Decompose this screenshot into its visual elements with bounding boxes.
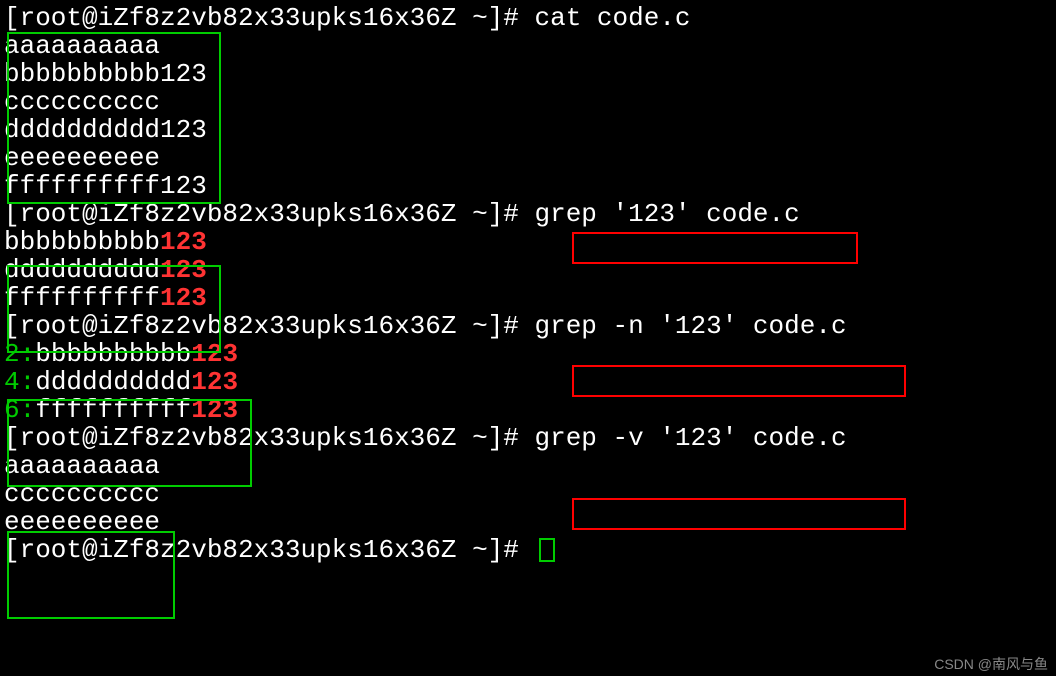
cat-output-line-5: eeeeeeeeee bbox=[4, 144, 1052, 172]
terminal-line-prompt-2: [root@iZf8z2vb82x33upks16x36Z ~]# grep '… bbox=[4, 200, 1052, 228]
command-grep-v: grep -v '123' code.c bbox=[535, 423, 847, 453]
grep-match: 123 bbox=[160, 227, 207, 257]
grep3-output-line-1: aaaaaaaaaa bbox=[4, 452, 1052, 480]
grep1-output-line-1: bbbbbbbbbb123 bbox=[4, 228, 1052, 256]
watermark-text: CSDN @南风与鱼 bbox=[934, 656, 1048, 672]
colon: : bbox=[20, 339, 36, 369]
grep2-output-line-1: 2:bbbbbbbbbb123 bbox=[4, 340, 1052, 368]
cat-output-line-4: dddddddddd123 bbox=[4, 116, 1052, 144]
colon: : bbox=[20, 367, 36, 397]
prompt-text: [root@iZf8z2vb82x33upks16x36Z ~]# bbox=[4, 423, 535, 453]
grep-text: ffffffffff bbox=[35, 395, 191, 425]
grep-text: dddddddddd bbox=[4, 255, 160, 285]
grep-text: dddddddddd bbox=[35, 367, 191, 397]
prompt-text: [root@iZf8z2vb82x33upks16x36Z ~]# bbox=[4, 3, 535, 33]
grep-match: 123 bbox=[160, 255, 207, 285]
colon: : bbox=[20, 395, 36, 425]
command-grep-1: grep '123' code.c bbox=[535, 199, 800, 229]
grep1-output-line-2: dddddddddd123 bbox=[4, 256, 1052, 284]
grep1-output-line-3: ffffffffff123 bbox=[4, 284, 1052, 312]
grep-text: bbbbbbbbbb bbox=[35, 339, 191, 369]
terminal-line-prompt-1: [root@iZf8z2vb82x33upks16x36Z ~]# cat co… bbox=[4, 4, 1052, 32]
terminal-line-prompt-4: [root@iZf8z2vb82x33upks16x36Z ~]# grep -… bbox=[4, 424, 1052, 452]
grep2-output-line-2: 4:dddddddddd123 bbox=[4, 368, 1052, 396]
cat-output-line-3: cccccccccc bbox=[4, 88, 1052, 116]
cat-output-line-2: bbbbbbbbbb123 bbox=[4, 60, 1052, 88]
line-number: 2 bbox=[4, 339, 20, 369]
grep-text: bbbbbbbbbb bbox=[4, 227, 160, 257]
prompt-text: [root@iZf8z2vb82x33upks16x36Z ~]# bbox=[4, 199, 535, 229]
grep-match: 123 bbox=[191, 367, 238, 397]
command-cat: cat code.c bbox=[535, 3, 691, 33]
grep3-output-line-3: eeeeeeeeee bbox=[4, 508, 1052, 536]
terminal-line-prompt-3: [root@iZf8z2vb82x33upks16x36Z ~]# grep -… bbox=[4, 312, 1052, 340]
terminal-line-prompt-5[interactable]: [root@iZf8z2vb82x33upks16x36Z ~]# bbox=[4, 536, 1052, 564]
line-number: 4 bbox=[4, 367, 20, 397]
prompt-text: [root@iZf8z2vb82x33upks16x36Z ~]# bbox=[4, 311, 535, 341]
prompt-text: [root@iZf8z2vb82x33upks16x36Z ~]# bbox=[4, 535, 535, 565]
cursor-icon bbox=[539, 538, 555, 562]
grep-text: ffffffffff bbox=[4, 283, 160, 313]
command-grep-n: grep -n '123' code.c bbox=[535, 311, 847, 341]
cat-output-line-1: aaaaaaaaaa bbox=[4, 32, 1052, 60]
grep2-output-line-3: 6:ffffffffff123 bbox=[4, 396, 1052, 424]
grep-match: 123 bbox=[160, 283, 207, 313]
line-number: 6 bbox=[4, 395, 20, 425]
cat-output-line-6: ffffffffff123 bbox=[4, 172, 1052, 200]
grep-match: 123 bbox=[191, 395, 238, 425]
grep-match: 123 bbox=[191, 339, 238, 369]
grep3-output-line-2: cccccccccc bbox=[4, 480, 1052, 508]
